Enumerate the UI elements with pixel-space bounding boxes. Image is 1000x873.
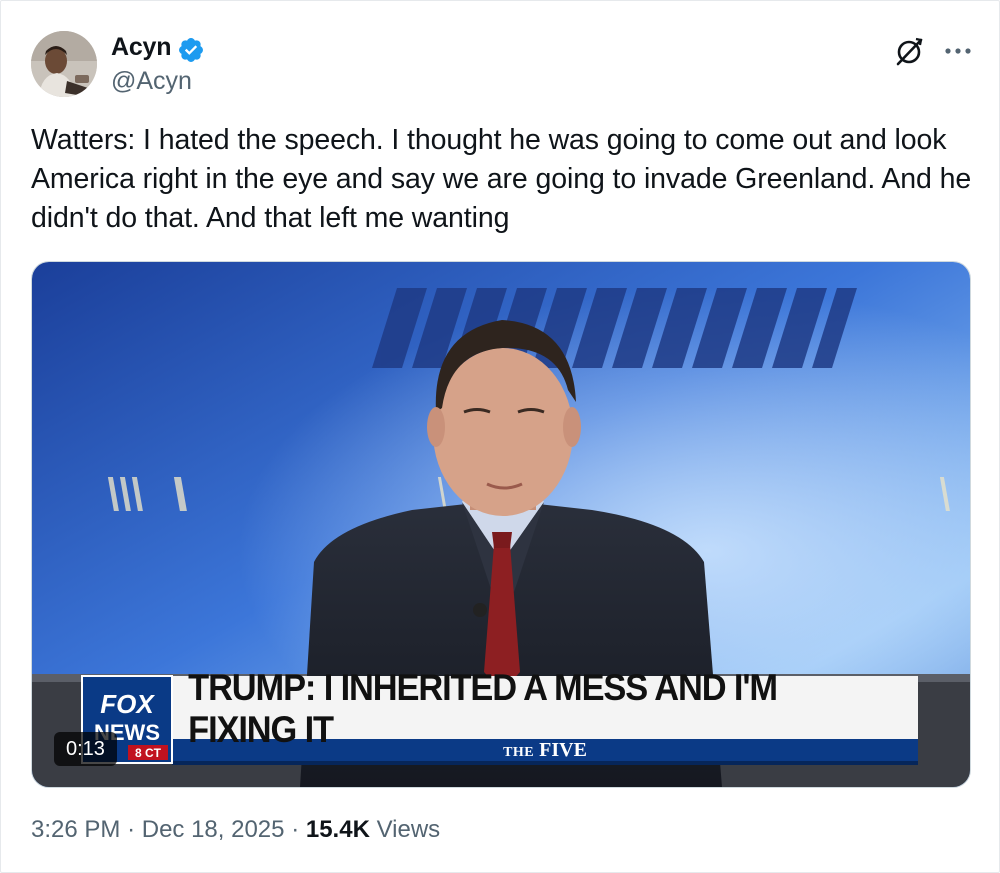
views-label: Views bbox=[376, 816, 441, 843]
more-icon[interactable] bbox=[943, 39, 973, 63]
tweet-text: Watters: I hated the speech. I thought h… bbox=[31, 124, 972, 234]
verified-badge-icon bbox=[179, 38, 203, 62]
author-display-name[interactable]: Acyn bbox=[111, 33, 172, 62]
show-name: FIVE bbox=[539, 739, 587, 761]
grok-icon[interactable] bbox=[894, 35, 926, 67]
show-prefix: THE bbox=[503, 745, 535, 760]
meta-separator: · bbox=[127, 816, 136, 843]
tweet-time[interactable]: 3:26 PM bbox=[31, 816, 120, 843]
meta-separator: · bbox=[291, 816, 300, 843]
author-handle[interactable]: @Acyn bbox=[111, 67, 192, 96]
views-count: 15.4K bbox=[305, 816, 370, 843]
chyron-headline: TRUMP: I INHERITED A MESS AND I'M FIXING… bbox=[188, 666, 778, 750]
logo-line1: FOX bbox=[100, 689, 155, 719]
tweet-date[interactable]: Dec 18, 2025 bbox=[142, 816, 285, 843]
tweet-card: Acyn @Acyn Watters: I hated the speech. … bbox=[0, 0, 1000, 873]
avatar-image bbox=[31, 31, 97, 97]
show-name-bar: THE FIVE bbox=[172, 739, 918, 761]
video-player[interactable]: FOX NEWS 8 CT TRUMP: I INHERITED A MESS … bbox=[31, 261, 971, 788]
tweet-metadata: 3:26 PM · Dec 18, 2025 · 15.4K Views bbox=[31, 816, 440, 844]
clock-fragment: 8 CT bbox=[135, 746, 162, 760]
author-avatar[interactable] bbox=[31, 31, 97, 97]
video-duration-badge: 0:13 bbox=[54, 732, 117, 766]
